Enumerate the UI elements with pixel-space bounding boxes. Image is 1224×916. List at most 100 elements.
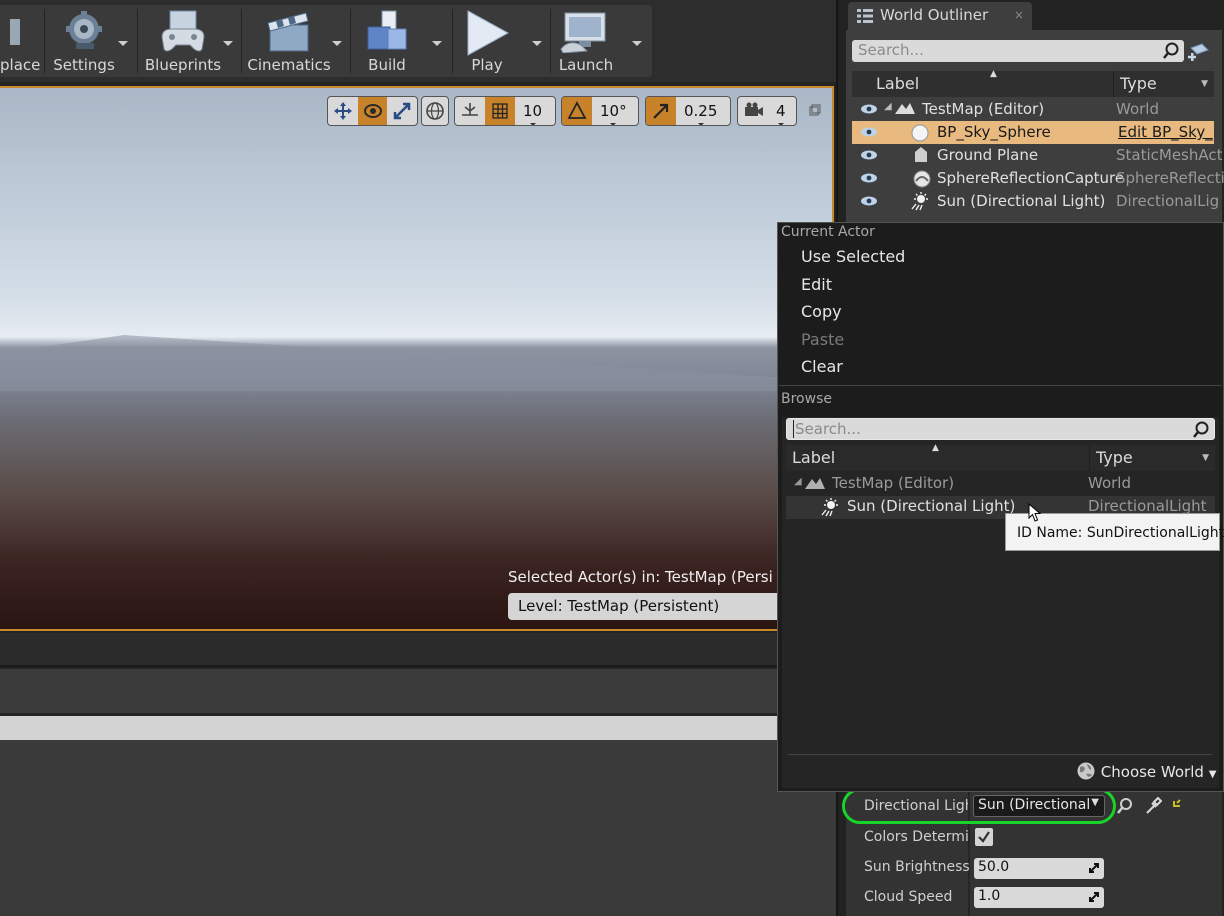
play-dropdown-icon[interactable] [532,41,542,46]
world-local-toggle[interactable] [421,96,449,126]
outliner-tab-title: World Outliner [880,6,989,24]
settings-button[interactable]: Settings [50,5,118,77]
panel-bar [0,633,836,667]
surface-snap-toggle[interactable] [455,97,485,125]
camera-speed-group[interactable]: 4 [737,96,797,126]
highlight-annotation [842,788,1116,824]
collapse-arrow-icon[interactable]: ◢ [794,476,802,487]
row-label: BP_Sky_Sphere [937,123,1051,141]
build-button[interactable]: Build [356,5,418,77]
world-outliner-tab[interactable]: World Outliner × [848,2,1032,30]
rotate-tool[interactable] [357,97,388,125]
spin-drag-icon[interactable] [1088,862,1100,874]
maximize-viewport-icon[interactable] [809,104,821,116]
clapperboard-icon [267,12,309,52]
label-column-header[interactable]: Label ▲ [852,69,1114,97]
rotation-snap-toggle[interactable] [562,97,592,125]
world-globe-icon [1077,762,1095,780]
grid-snap-toggle[interactable] [485,97,515,125]
launch-dropdown-icon[interactable] [632,41,642,46]
sort-ascending-icon: ▲ [932,443,939,453]
add-actor-icon[interactable] [1188,40,1210,62]
settings-dropdown-icon[interactable] [118,41,128,46]
level-viewport[interactable]: 10 10° 0.25 4 [0,86,834,631]
colors-determined-checkbox[interactable] [975,828,993,846]
use-selected-item[interactable]: Use Selected [801,247,905,266]
visibility-eye-icon[interactable] [860,150,878,160]
play-button[interactable]: Play [458,5,516,77]
browse-search-icon[interactable] [1116,797,1134,815]
actor-search-placeholder: Search... [793,420,861,438]
eyedropper-picker-icon[interactable] [1144,797,1162,815]
cinematics-button[interactable]: Cinematics [246,5,332,77]
scale-tool[interactable] [387,97,417,125]
sphere-icon [911,124,929,142]
camera-speed-value: 4 [770,102,792,125]
row-type: DirectionalLig [1116,192,1220,210]
edit-item[interactable]: Edit [801,275,832,294]
visibility-eye-icon[interactable] [860,173,878,183]
cloud-speed-input[interactable]: 1.0 [974,887,1104,908]
collapse-arrow-icon[interactable]: ◢ [884,101,892,112]
launch-monitor-icon [560,12,606,53]
browser-row-testmap: ◢ TestMap (Editor) World [786,473,1215,496]
surface-snapping-icon [462,103,478,116]
cinematics-dropdown-icon[interactable] [332,41,342,46]
grid-snap-value[interactable]: 10 [515,102,550,125]
close-tab-icon[interactable]: × [1014,8,1024,22]
visibility-eye-icon[interactable] [860,104,878,114]
outliner-row-ground-plane[interactable]: Ground Plane StaticMeshAct [852,144,1223,167]
copy-item[interactable]: Copy [801,302,842,321]
grid-icon [492,103,508,119]
outliner-row-sun[interactable]: Sun (Directional Light) DirectionalLig [852,190,1219,213]
checkmark-icon [978,831,990,843]
reset-to-default-icon[interactable] [1172,799,1184,811]
scale-arrows-icon [393,102,411,120]
actor-search-input[interactable]: Search... [786,418,1215,440]
rotation-snap-group: 10° [561,96,639,126]
type-column-header[interactable]: Type ▼ [1090,445,1215,471]
launch-button[interactable]: Launch [556,5,616,77]
outliner-row-sphere-reflection[interactable]: SphereReflectionCapture SphereReflecti [852,167,1224,190]
current-actor-header: Current Actor [781,224,875,240]
row-label: Ground Plane [937,146,1039,164]
visibility-eye-icon[interactable] [860,127,878,137]
row-label: SphereReflectionCapture [937,169,1125,187]
blueprints-dropdown-icon[interactable] [223,41,233,46]
type-column-header[interactable]: Type ▼ [1114,71,1214,97]
row-type: StaticMeshAct [1116,146,1223,164]
ground-plane-mesh [0,335,832,391]
outliner-row-testmap[interactable]: ◢ TestMap (Editor) World [852,98,1214,121]
marketplace-button[interactable]: place [0,5,40,77]
build-dropdown-icon[interactable] [432,41,442,46]
colors-determined-label: Colors Determin [864,829,968,845]
label-column-header[interactable]: Label ▲ [786,443,1090,471]
blueprints-button[interactable]: Blueprints [142,5,224,77]
translate-tool[interactable] [328,97,358,125]
scale-snap-value[interactable]: 0.25 [676,102,725,125]
sun-brightness-label: Sun Brightness [864,859,970,875]
column-options-icon[interactable]: ▼ [1201,79,1208,89]
scale-snap-icon [653,103,669,119]
visibility-eye-icon[interactable] [860,196,878,206]
row-label: TestMap (Editor) [922,100,1045,118]
spin-drag-icon[interactable] [1088,891,1100,903]
outliner-search-input[interactable]: Search... [852,40,1184,62]
sun-brightness-input[interactable]: 50.0 [974,858,1104,879]
world-map-icon [805,478,825,489]
scale-snap-toggle[interactable] [646,97,676,125]
column-options-icon[interactable]: ▼ [1202,453,1209,463]
outliner-search-placeholder: Search... [858,41,924,59]
browse-header: Browse [781,391,832,407]
edit-blueprint-link[interactable]: Edit BP_Sky_ [1118,123,1213,141]
bottom-panel [0,740,836,916]
sort-ascending-icon: ▲ [990,69,997,79]
outliner-row-bp-sky-sphere[interactable]: BP_Sky_Sphere Edit BP_Sky_ [852,121,1214,144]
clear-item[interactable]: Clear [801,357,843,376]
choose-world-button[interactable]: Choose World ▼ [1076,761,1216,781]
settings-label: Settings [53,56,115,74]
world-map-icon [895,103,915,114]
search-icon [1193,421,1209,438]
play-triangle-icon [467,10,510,56]
rotation-snap-value[interactable]: 10° [592,102,635,125]
